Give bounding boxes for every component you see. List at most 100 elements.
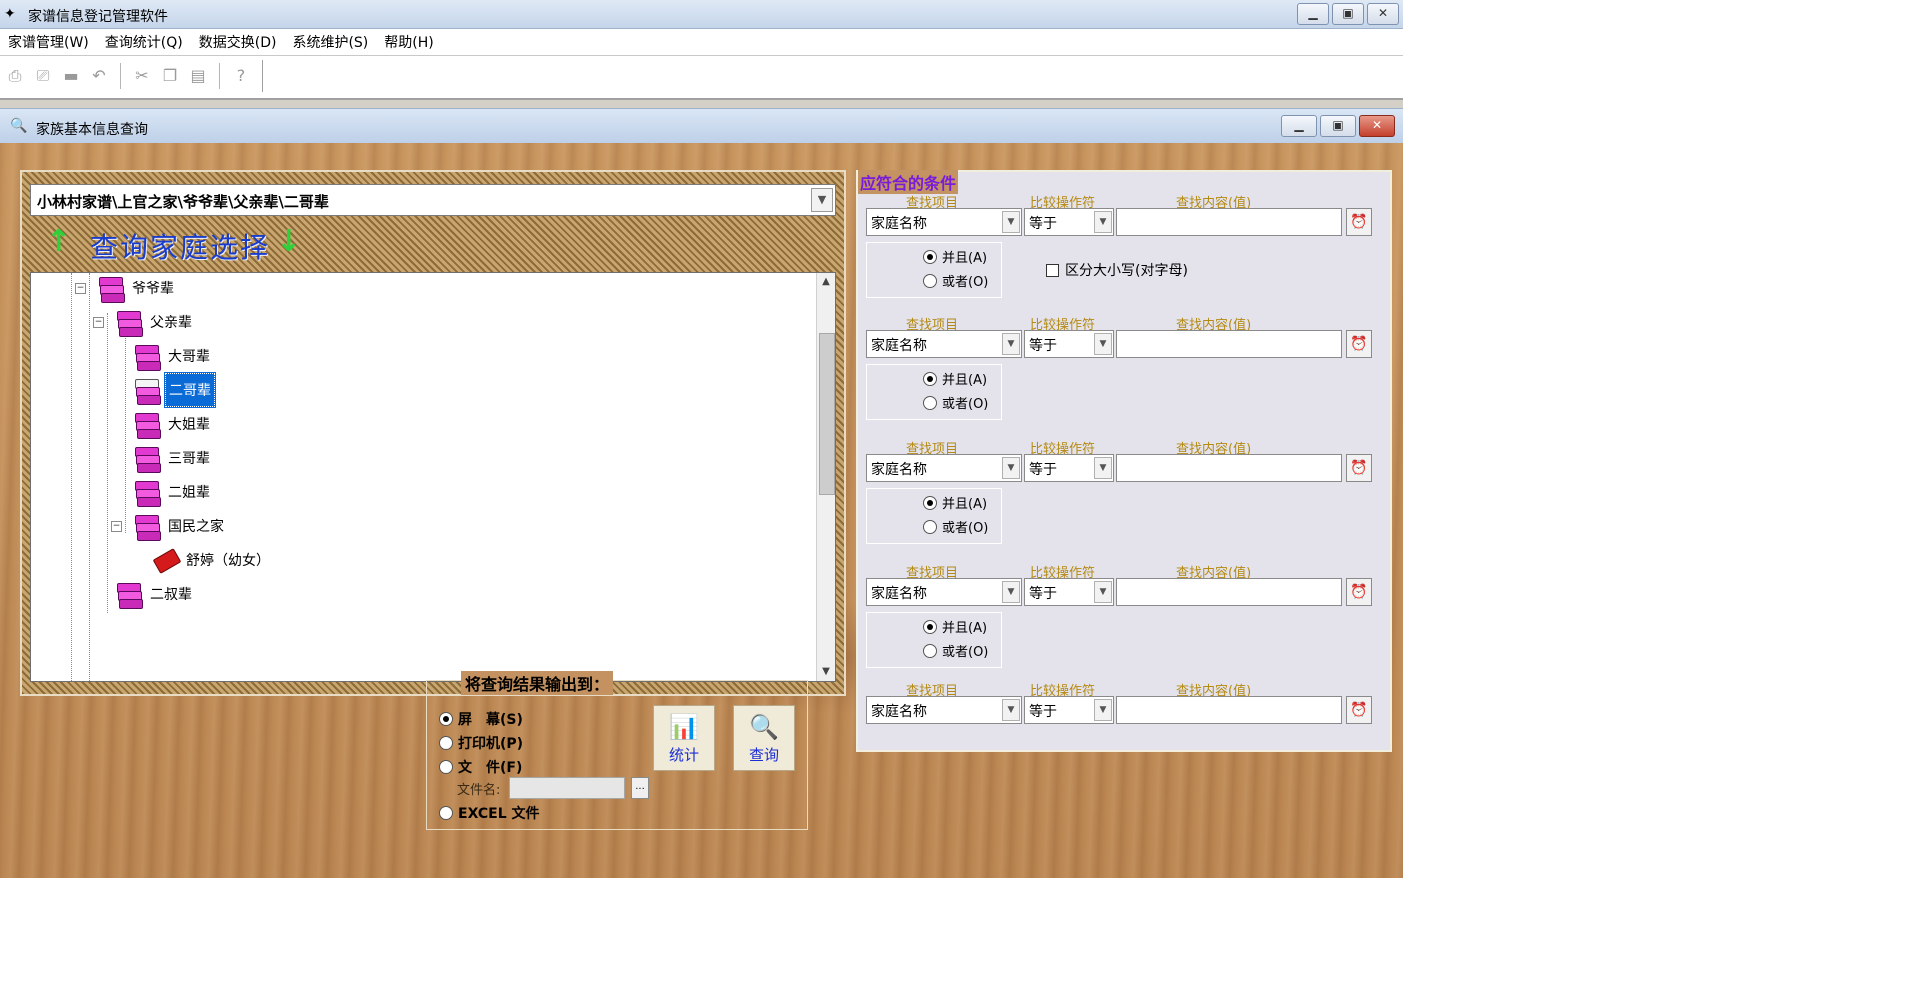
menu-system[interactable]: 系统维护(S)	[284, 32, 376, 52]
close-button[interactable]: ✕	[1367, 3, 1399, 25]
chevron-down-icon[interactable]: ▼	[1002, 333, 1020, 355]
and-radio[interactable]: 并且(A)	[923, 493, 987, 512]
magnifier-icon: 🔍	[749, 713, 779, 741]
value-picker-icon[interactable]: ⏰	[1346, 578, 1372, 606]
search-item-select[interactable]: 家庭名称 ▼	[866, 578, 1022, 606]
paste-icon[interactable]: ▤	[187, 65, 209, 87]
tree-node[interactable]: 三哥辈	[133, 441, 213, 475]
tree-node[interactable]: 二叔辈	[115, 577, 195, 611]
operator-select[interactable]: 等于 ▼	[1024, 208, 1114, 236]
chevron-down-icon[interactable]: ▼	[1094, 457, 1112, 479]
value-picker-icon[interactable]: ⏰	[1346, 454, 1372, 482]
radio-dot	[923, 619, 937, 634]
family-tree[interactable]: ▲ ▼ − 爷爷辈 − 父亲辈 大哥辈 二哥辈 大姐辈 三哥辈 二姐辈 − 国民之家 舒婷（幼女） 二叔…	[30, 272, 836, 682]
undo-icon[interactable]: ↶	[88, 65, 110, 87]
search-value-input[interactable]	[1116, 208, 1342, 236]
child-close-button[interactable]: ✕	[1359, 115, 1395, 137]
operator-select[interactable]: 等于 ▼	[1024, 696, 1114, 724]
search-item-value: 家庭名称	[871, 704, 927, 720]
collapse-icon[interactable]: −	[93, 317, 104, 328]
restore-button[interactable]: ▣	[1332, 3, 1364, 25]
conditions-panel: 应符合的条件 查找项目 比较操作符 查找内容(值) 家庭名称 ▼ 等于 ▼ ⏰ 并且(A) 或者(…	[856, 170, 1392, 752]
logic-group: 并且(A) 或者(O)	[866, 612, 1002, 668]
chevron-down-icon[interactable]: ▼	[1094, 333, 1112, 355]
tree-node[interactable]: − 爷爷辈	[75, 273, 177, 305]
operator-select[interactable]: 等于 ▼	[1024, 330, 1114, 358]
app-icon: ✦	[4, 6, 16, 22]
search-item-select[interactable]: 家庭名称 ▼	[866, 208, 1022, 236]
value-picker-icon[interactable]: ⏰	[1346, 330, 1372, 358]
copy-icon[interactable]: ❐	[159, 65, 181, 87]
chevron-down-icon[interactable]: ▼	[811, 188, 833, 212]
radio-dot	[439, 712, 453, 726]
query-window-titlebar: 🔍 家族基本信息查询 ▁ ▣ ✕	[0, 108, 1403, 144]
collapse-icon[interactable]: −	[111, 521, 122, 532]
chevron-down-icon[interactable]: ▼	[1002, 581, 1020, 603]
search-item-select[interactable]: 家庭名称 ▼	[866, 454, 1022, 482]
chevron-down-icon[interactable]: ▼	[1094, 581, 1112, 603]
output-printer-radio[interactable]: 打印机(P)	[439, 733, 523, 753]
menu-genealogy[interactable]: 家谱管理(W)	[0, 32, 97, 52]
search-value-input[interactable]	[1116, 696, 1342, 724]
tree-node[interactable]: − 国民之家	[111, 509, 227, 543]
case-sensitive-checkbox[interactable]: 区分大小写(对字母)	[1046, 260, 1188, 280]
cut-icon[interactable]: ✂	[131, 65, 153, 87]
query-button[interactable]: 🔍 查询	[733, 705, 795, 771]
scroll-up-icon[interactable]: ▲	[817, 273, 835, 291]
minimize-button[interactable]: ▁	[1297, 3, 1329, 25]
search-item-select[interactable]: 家庭名称 ▼	[866, 696, 1022, 724]
family-path-combo[interactable]: 小林村家谱\上官之家\爷爷辈\父亲辈\二哥辈 ▼	[30, 184, 836, 216]
child-minimize-button[interactable]: ▁	[1281, 115, 1317, 137]
tree-node[interactable]: 二哥辈	[133, 372, 216, 408]
save-icon[interactable]: ▬	[60, 65, 82, 87]
tree-node[interactable]: 大姐辈	[133, 407, 213, 441]
tree-node[interactable]: 大哥辈	[133, 339, 213, 373]
operator-select[interactable]: 等于 ▼	[1024, 578, 1114, 606]
and-radio[interactable]: 并且(A)	[923, 369, 987, 388]
stat-button[interactable]: 📊 统计	[653, 705, 715, 771]
or-radio[interactable]: 或者(O)	[923, 393, 988, 412]
menu-help[interactable]: 帮助(H)	[376, 32, 441, 52]
operator-select[interactable]: 等于 ▼	[1024, 454, 1114, 482]
chevron-down-icon[interactable]: ▼	[1094, 211, 1112, 233]
book-stack-icon	[133, 511, 161, 541]
browse-button[interactable]: ...	[631, 777, 649, 799]
output-file-radio[interactable]: 文 件(F)	[439, 757, 522, 777]
value-picker-icon[interactable]: ⏰	[1346, 208, 1372, 236]
print-icon[interactable]: ⎚	[32, 65, 54, 87]
output-screen-radio[interactable]: 屏 幕(S)	[439, 709, 523, 729]
search-value-input[interactable]	[1116, 578, 1342, 606]
checkbox-box	[1046, 263, 1059, 277]
collapse-icon[interactable]: −	[75, 283, 86, 294]
value-picker-icon[interactable]: ⏰	[1346, 696, 1372, 724]
family-select-panel: 小林村家谱\上官之家\爷爷辈\父亲辈\二哥辈 ▼ ↑ 查询家庭选择 ↓ ▲ ▼ …	[20, 170, 846, 696]
operator-value: 等于	[1029, 338, 1057, 354]
output-excel-label: EXCEL 文件	[458, 806, 540, 822]
conditions-title: 应符合的条件	[858, 170, 959, 194]
menu-data-exchange[interactable]: 数据交换(D)	[191, 32, 285, 52]
tree-scrollbar[interactable]: ▲ ▼	[816, 273, 835, 681]
search-value-input[interactable]	[1116, 454, 1342, 482]
output-excel-radio[interactable]: EXCEL 文件	[439, 803, 540, 823]
tree-node[interactable]: − 父亲辈	[93, 305, 195, 339]
or-radio[interactable]: 或者(O)	[923, 517, 988, 536]
search-value-input[interactable]	[1116, 330, 1342, 358]
filename-input[interactable]	[509, 777, 625, 799]
tree-node[interactable]: 舒婷（幼女）	[151, 543, 273, 577]
open-icon[interactable]: ⎙	[4, 65, 26, 87]
and-radio[interactable]: 并且(A)	[923, 617, 987, 636]
chevron-down-icon[interactable]: ▼	[1002, 699, 1020, 721]
chevron-down-icon[interactable]: ▼	[1094, 699, 1112, 721]
help-icon[interactable]: ?	[230, 65, 252, 87]
search-item-select[interactable]: 家庭名称 ▼	[866, 330, 1022, 358]
scroll-thumb[interactable]	[819, 333, 835, 495]
chevron-down-icon[interactable]: ▼	[1002, 211, 1020, 233]
and-radio[interactable]: 并且(A)	[923, 247, 987, 266]
tree-node[interactable]: 二姐辈	[133, 475, 213, 509]
chevron-down-icon[interactable]: ▼	[1002, 457, 1020, 479]
or-radio[interactable]: 或者(O)	[923, 641, 988, 660]
menu-query-stats[interactable]: 查询统计(Q)	[97, 32, 191, 52]
or-radio[interactable]: 或者(O)	[923, 271, 988, 290]
scroll-down-icon[interactable]: ▼	[817, 663, 835, 681]
child-restore-button[interactable]: ▣	[1320, 115, 1356, 137]
